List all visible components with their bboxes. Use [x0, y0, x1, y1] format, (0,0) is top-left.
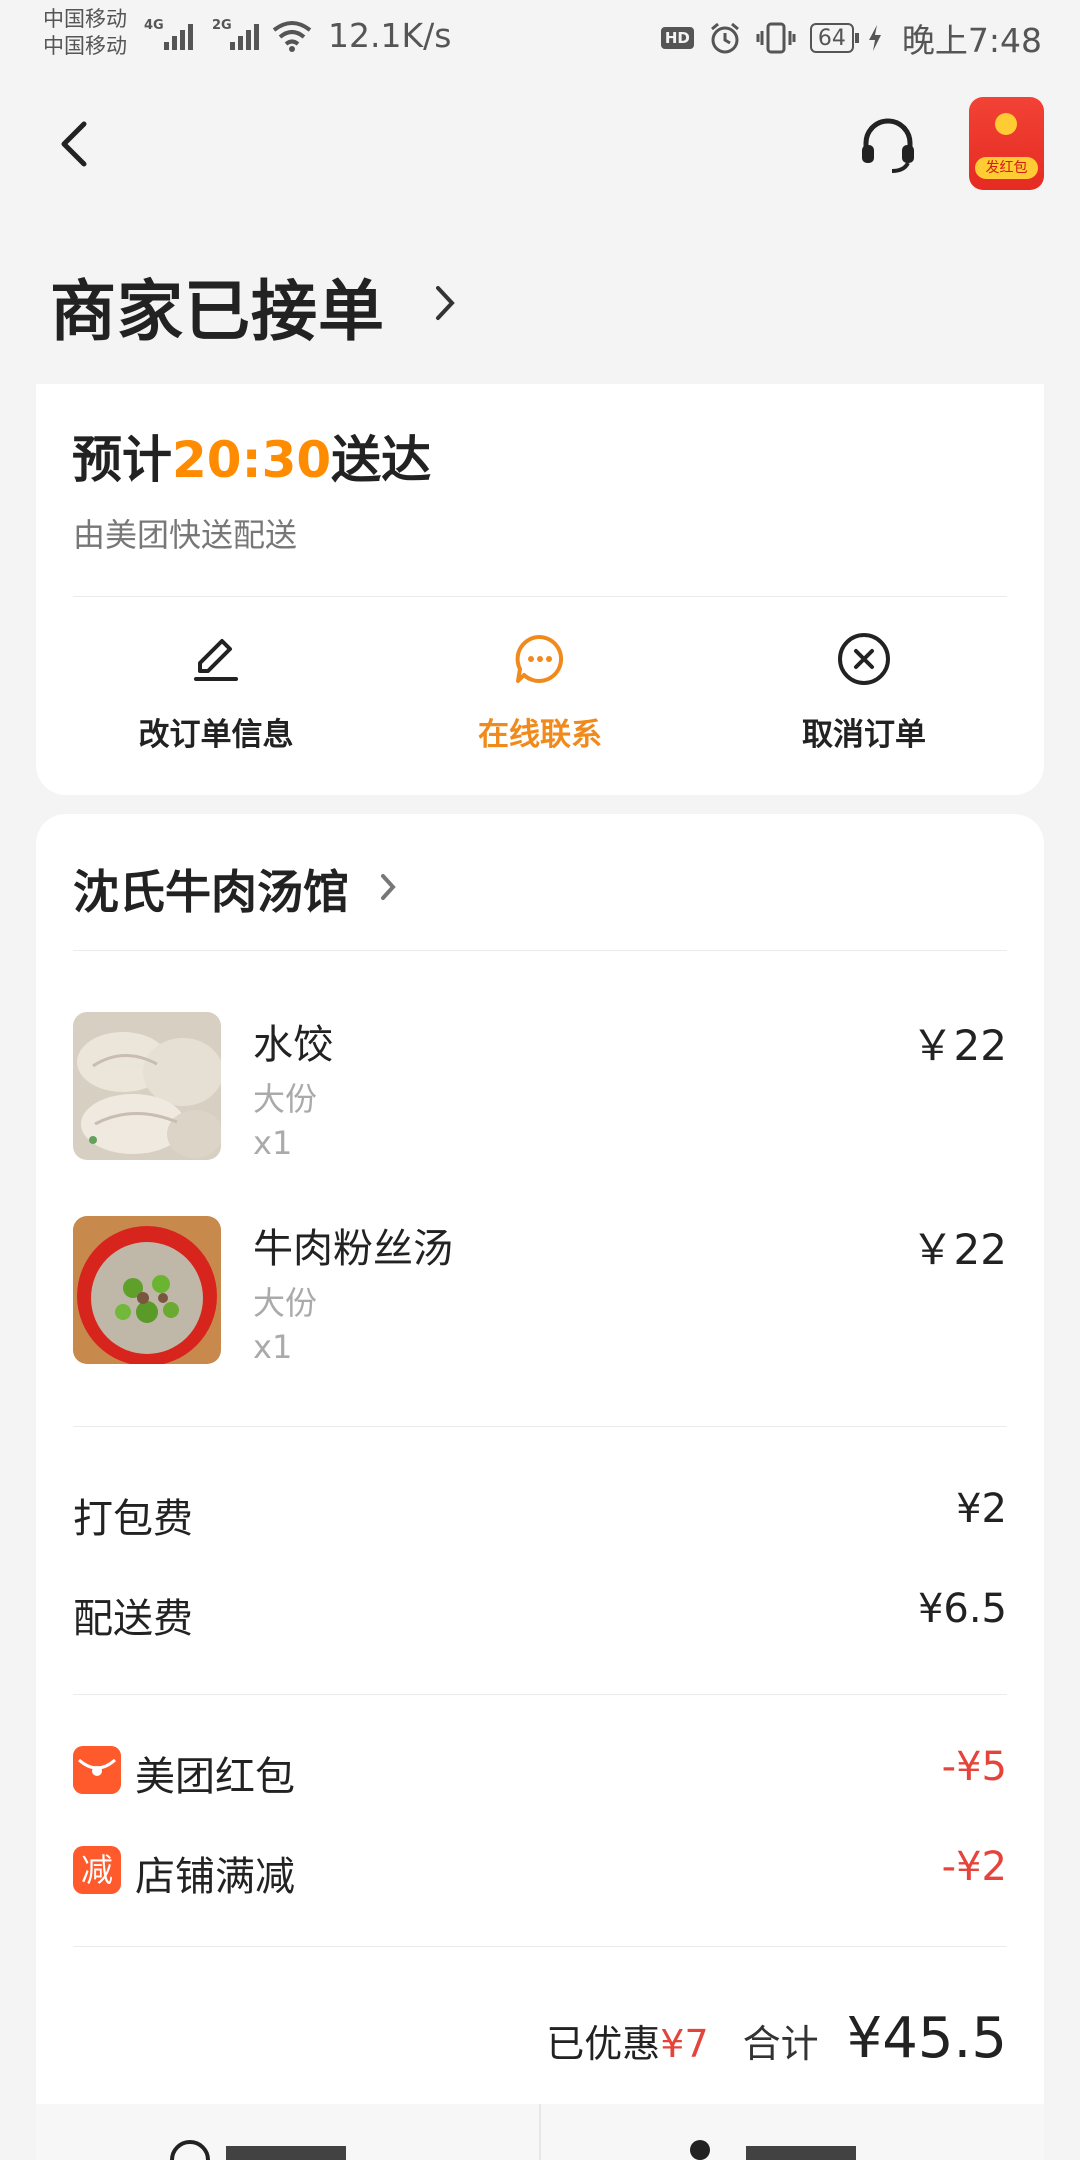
fee-value: ¥6.5	[917, 1586, 1007, 1632]
divider	[73, 950, 1007, 951]
cancel-order-label: 取消订单	[802, 717, 926, 753]
cancel-order-button[interactable]: 取消订单	[734, 629, 994, 754]
red-packet-label: 发红包	[975, 157, 1038, 179]
divider	[73, 1426, 1007, 1427]
discount-label: 美团红包	[135, 1754, 295, 1800]
eta-text: 预计20:30送达	[72, 420, 431, 492]
discount-value: -¥5	[941, 1744, 1007, 1790]
chat-icon	[515, 634, 564, 683]
item-name: 水饺	[253, 1022, 333, 1068]
cancel-circle-icon	[838, 633, 890, 685]
network-speed: 12.1K/s	[328, 16, 452, 55]
edit-order-button[interactable]: 改订单信息	[86, 629, 346, 754]
saved-label: 已优惠	[546, 2022, 661, 2066]
status-right-group: HD 64 晚上7:48	[660, 14, 1042, 62]
discount-value: -¥2	[941, 1844, 1007, 1890]
signal-icon	[230, 24, 259, 50]
item-spec: 大份	[253, 1284, 318, 1322]
online-contact-label: 在线联系	[478, 717, 602, 753]
courier-info: 由美团快送配送	[73, 516, 298, 554]
discount-badge-icon: 减	[73, 1846, 121, 1894]
online-contact-button[interactable]: 在线联系	[410, 629, 670, 754]
eta-time: 20:30	[172, 431, 332, 489]
fee-value: ¥2	[956, 1486, 1007, 1532]
carrier-1: 中国移动	[43, 7, 127, 31]
order-item[interactable]: 牛肉粉丝汤 大份 x1 ￥22	[73, 1216, 1007, 1366]
order-card: 沈氏牛肉汤馆 水饺 大份 x1 ￥22 牛肉粉丝汤 大份 x1 ￥22 打包费 …	[36, 814, 1044, 2160]
beef-soup-thumbnail	[73, 1216, 221, 1364]
eta-suffix: 送达	[331, 431, 432, 489]
sum-value: ¥45.5	[846, 2006, 1007, 2071]
carrier-2: 中国移动	[43, 34, 127, 58]
discount-label: 店铺满减	[135, 1854, 295, 1900]
delivery-card: 预计20:30送达 由美团快送配送 改订单信息 在线联系 取消订单	[36, 384, 1044, 795]
hd-icon: HD	[660, 27, 694, 49]
bottom-action-right[interactable]	[676, 2136, 876, 2160]
battery-level: 64	[817, 25, 846, 51]
wifi-icon	[272, 21, 312, 52]
network-type-2: 2G	[212, 18, 232, 33]
red-packet-discount-row: 美团红包 -¥5	[73, 1744, 1007, 1800]
bottom-action-left[interactable]	[166, 2136, 366, 2160]
network-type-1: 4G	[144, 18, 164, 33]
divider	[73, 1694, 1007, 1695]
shop-discount-row: 减 店铺满减 -¥2	[73, 1844, 1007, 1900]
bottom-action-bar	[36, 2104, 1044, 2160]
divider	[73, 1946, 1007, 1947]
eta-prefix: 预计	[72, 431, 172, 489]
packing-fee-row: 打包费 ¥2	[73, 1486, 1007, 1542]
item-price: ￥22	[911, 1225, 1007, 1274]
signal-icon	[164, 24, 193, 50]
saved-value: ¥7	[660, 2022, 709, 2066]
carrier-labels: 中国移动 中国移动	[43, 6, 127, 60]
delivery-fee-row: 配送费 ¥6.5	[73, 1586, 1007, 1642]
shop-name[interactable]: 沈氏牛肉汤馆	[73, 856, 349, 922]
edit-order-label: 改订单信息	[138, 717, 294, 753]
battery-icon: 64	[809, 23, 859, 53]
dumpling-thumbnail	[73, 1012, 221, 1160]
customer-service-icon[interactable]	[856, 113, 920, 177]
vibrate-icon	[756, 22, 796, 54]
sum-label: 合计	[742, 2022, 819, 2066]
send-red-packet-button[interactable]: 发红包	[969, 97, 1044, 190]
chevron-right-icon[interactable]	[378, 870, 398, 904]
item-name: 牛肉粉丝汤	[253, 1226, 453, 1272]
item-spec: 大份	[253, 1080, 318, 1118]
alarm-icon	[710, 22, 739, 54]
fee-label: 配送费	[73, 1596, 193, 1642]
chat-icon	[170, 2140, 346, 2160]
item-qty: x1	[253, 1124, 293, 1162]
user-icon	[690, 2140, 856, 2160]
divider	[73, 596, 1007, 597]
status-bar: 中国移动 中国移动 4G 2G 12.1K/s HD 64 晚上7:48	[0, 0, 1080, 74]
divider	[539, 2104, 541, 2160]
coin-icon	[995, 113, 1017, 135]
red-packet-icon	[73, 1746, 121, 1794]
edit-icon	[194, 639, 238, 681]
chevron-right-icon[interactable]	[430, 280, 460, 326]
back-button[interactable]	[52, 112, 102, 176]
item-price: ￥22	[911, 1021, 1007, 1070]
charging-icon	[868, 25, 881, 51]
clock: 晚上7:48	[901, 21, 1042, 60]
order-item[interactable]: 水饺 大份 x1 ￥22	[73, 1012, 1007, 1162]
fee-label: 打包费	[73, 1496, 193, 1542]
item-qty: x1	[253, 1328, 293, 1366]
total-row: 已优惠 ¥7 合计 ¥45.5	[546, 2006, 1007, 2071]
order-status-title[interactable]: 商家已接单	[50, 258, 385, 354]
